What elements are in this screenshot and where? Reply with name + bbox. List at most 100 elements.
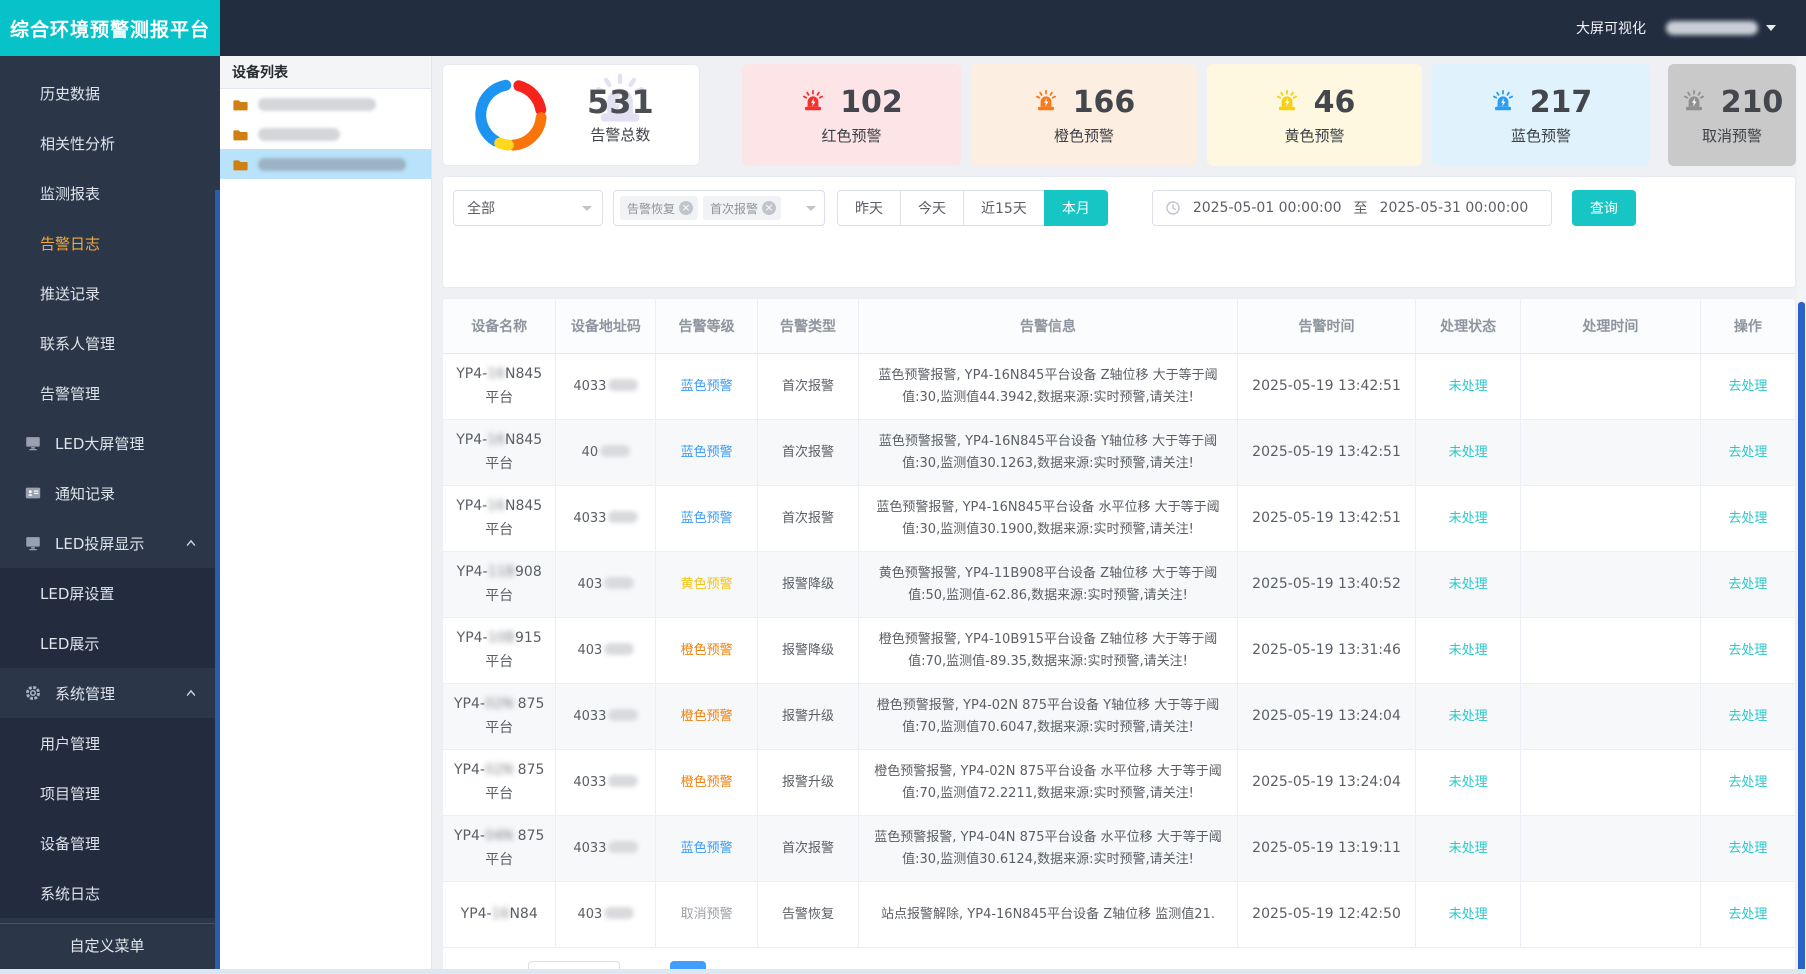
page-scrollbar-thumb[interactable] xyxy=(1798,302,1805,974)
cell-alarm-type: 首次报警 xyxy=(757,419,860,486)
handle-action-link[interactable]: 去处理 xyxy=(1728,841,1767,856)
handle-action-link[interactable]: 去处理 xyxy=(1728,907,1767,922)
sidebar-item-推送记录[interactable]: 推送记录 xyxy=(0,268,220,318)
device-name-redacted xyxy=(258,127,340,141)
sidebar-item-告警管理[interactable]: 告警管理 xyxy=(0,368,220,418)
alarm-level-link[interactable]: 橙色预警 xyxy=(681,643,733,658)
siren-icon xyxy=(1492,90,1513,111)
user-menu[interactable] xyxy=(1666,21,1776,35)
status-badge: 未处理 xyxy=(1448,378,1488,394)
alarm-level-link[interactable]: 蓝色预警 xyxy=(681,379,733,394)
status-badge: 未处理 xyxy=(1448,774,1488,790)
alarm-level-link[interactable]: 橙色预警 xyxy=(681,709,733,724)
sidebar-item-LED投屏显示[interactable]: LED投屏显示 xyxy=(0,518,220,568)
device-list-title: 设备列表 xyxy=(220,56,431,89)
cell-alarm-type: 告警恢复 xyxy=(757,881,860,948)
clock-icon xyxy=(1166,201,1180,215)
handle-action-link[interactable]: 去处理 xyxy=(1728,379,1767,394)
alarm-table-panel: 设备名称 设备地址码 告警等级 告警类型 告警信息 告警时间 处理状态 处理时间 操作 YP4-… xyxy=(442,298,1796,974)
cell-handle-time xyxy=(1520,815,1701,882)
stat-card-蓝色预警: 217 蓝色预警 xyxy=(1432,64,1650,166)
address-redacted xyxy=(608,708,639,721)
page-scrollbar[interactable] xyxy=(1797,56,1806,974)
cell-device-name: YP4-10B915平台 xyxy=(443,617,557,684)
cell-device-name: YP4-02N 875平台 xyxy=(443,683,557,750)
filter-tag-label: 首次报警 xyxy=(710,201,759,216)
sidebar-item-label: LED展示 xyxy=(40,634,100,653)
cell-status: 未处理 xyxy=(1415,485,1521,552)
big-screen-link[interactable]: 大屏可视化 xyxy=(1576,18,1646,38)
sidebar-item-label: LED大屏管理 xyxy=(55,434,145,453)
cell-handle-time xyxy=(1520,353,1701,420)
cell-alarm-level: 取消预警 xyxy=(655,881,758,948)
sidebar-item-LED屏设置[interactable]: LED屏设置 xyxy=(0,568,220,618)
tag-close-icon[interactable]: × xyxy=(679,201,694,215)
handle-action-link[interactable]: 去处理 xyxy=(1728,511,1767,526)
cell-alarm-message: 蓝色预警报警, YP4-16N845平台设备 水平位移 大于等于阈值:30,监测… xyxy=(858,485,1238,552)
address-redacted xyxy=(604,576,635,589)
filter-tag-label: 告警恢复 xyxy=(627,201,676,216)
sidebar-item-用户管理[interactable]: 用户管理 xyxy=(0,718,220,768)
sidebar-item-项目管理[interactable]: 项目管理 xyxy=(0,768,220,818)
table-row: YP4-02N 875平台 4033 橙色预警 报警升级 橙色预警报警, YP4-02N… xyxy=(443,683,1795,750)
cell-action: 去处理 xyxy=(1700,749,1795,816)
cell-device-name: YP4-16N84 xyxy=(443,881,557,948)
sidebar-item-label: 系统管理 xyxy=(55,684,116,703)
handle-action-link[interactable]: 去处理 xyxy=(1728,775,1767,790)
sidebar-item-历史数据[interactable]: 历史数据 xyxy=(0,68,220,118)
handle-action-link[interactable]: 去处理 xyxy=(1728,577,1767,592)
alarm-level-link[interactable]: 蓝色预警 xyxy=(681,841,733,856)
device-tree-node-selected[interactable] xyxy=(220,149,431,179)
alarm-level-link[interactable]: 蓝色预警 xyxy=(681,511,733,526)
sidebar-item-通知记录[interactable]: 通知记录 xyxy=(0,468,220,518)
address-redacted xyxy=(600,444,631,457)
table-row: YP4-16N845平台 4033 蓝色预警 首次报警 蓝色预警报警, YP4-16N8… xyxy=(443,353,1795,420)
custom-menu-button[interactable]: 自定义菜单 xyxy=(0,923,214,966)
alarm-level-link[interactable]: 橙色预警 xyxy=(681,775,733,790)
cell-device-address: 4033 xyxy=(555,485,657,552)
sidebar-item-LED大屏管理[interactable]: LED大屏管理 xyxy=(0,418,220,468)
sidebar-item-相关性分析[interactable]: 相关性分析 xyxy=(0,118,220,168)
sidebar-item-监测报表[interactable]: 监测报表 xyxy=(0,168,220,218)
alarm-level-link[interactable]: 蓝色预警 xyxy=(681,445,733,460)
cell-action: 去处理 xyxy=(1700,617,1795,684)
siren-icon xyxy=(1035,90,1056,111)
sidebar-item-联系人管理[interactable]: 联系人管理 xyxy=(0,318,220,368)
handle-action-link[interactable]: 去处理 xyxy=(1728,445,1767,460)
sidebar-item-LED展示[interactable]: LED展示 xyxy=(0,618,220,668)
sidebar-item-系统管理[interactable]: 系统管理 xyxy=(0,668,220,718)
alarm-level-link[interactable]: 黄色预警 xyxy=(681,577,733,592)
cell-alarm-time: 2025-05-19 13:24:04 xyxy=(1237,749,1417,816)
column-header-操作: 操作 xyxy=(1700,299,1795,354)
window-bottom-edge xyxy=(0,969,1806,974)
cell-action: 去处理 xyxy=(1700,353,1795,420)
quick-range-昨天[interactable]: 昨天 xyxy=(837,190,901,226)
tag-close-icon[interactable]: × xyxy=(762,201,777,215)
date-range-input[interactable]: 2025-05-01 00:00:00 至 2025-05-31 00:00:0… xyxy=(1151,190,1552,226)
app-logo: 综合环境预警测报平台 xyxy=(0,0,220,56)
query-button[interactable]: 查询 xyxy=(1571,190,1636,226)
cell-action: 去处理 xyxy=(1700,551,1795,618)
device-tree-node[interactable] xyxy=(220,119,431,149)
column-header-处理状态: 处理状态 xyxy=(1415,299,1521,354)
alarm-level-link[interactable]: 取消预警 xyxy=(681,907,733,922)
date-separator: 至 xyxy=(1353,201,1368,217)
folder-icon xyxy=(233,159,248,170)
cell-device-address: 40 xyxy=(555,419,657,486)
quick-range-今天[interactable]: 今天 xyxy=(900,190,964,226)
cell-handle-time xyxy=(1520,749,1701,816)
gear-icon xyxy=(25,685,41,701)
device-tree-node[interactable] xyxy=(220,89,431,119)
filter-tag-告警恢复: 告警恢复 × xyxy=(620,196,699,220)
date-start: 2025-05-01 00:00:00 xyxy=(1192,200,1342,216)
sidebar-item-系统日志[interactable]: 系统日志 xyxy=(0,868,220,918)
sidebar-item-设备管理[interactable]: 设备管理 xyxy=(0,818,220,868)
cell-alarm-message: 站点报警解除, YP4-16N845平台设备 Z轴位移 监测值21. xyxy=(858,881,1238,948)
handle-action-link[interactable]: 去处理 xyxy=(1728,643,1767,658)
quick-range-本月[interactable]: 本月 xyxy=(1043,190,1108,226)
handle-action-link[interactable]: 去处理 xyxy=(1728,709,1767,724)
sidebar-item-告警日志[interactable]: 告警日志 xyxy=(0,218,220,268)
alarm-type-select[interactable]: 全部 xyxy=(453,190,603,226)
alarm-category-multiselect[interactable]: 告警恢复 × 首次报警 × xyxy=(613,190,825,226)
quick-range-近15天[interactable]: 近15天 xyxy=(963,190,1045,226)
